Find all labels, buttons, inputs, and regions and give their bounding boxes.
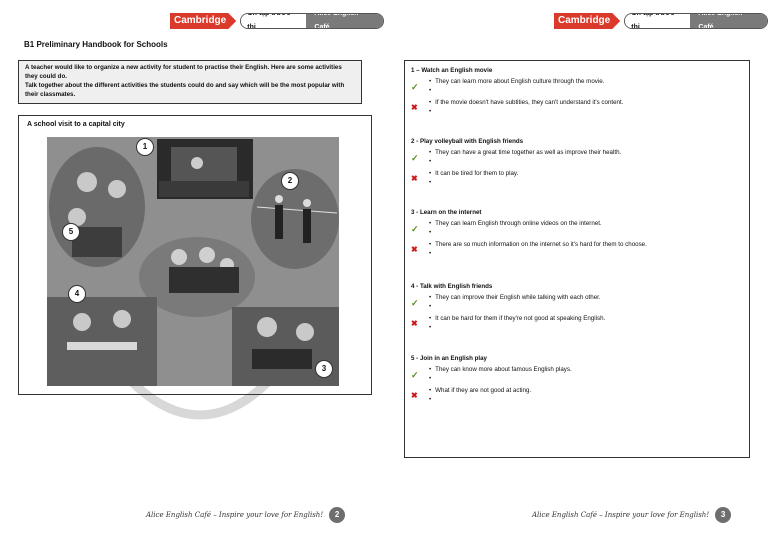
topic-title: 5 - Join in an English play: [411, 355, 487, 362]
topic-5: 5 - Join in an English play ✓ They can k…: [411, 355, 741, 407]
header-badge: Cambridge Ôn tập trước thi Alice English…: [170, 13, 384, 29]
cross-icon: ✖: [411, 245, 418, 254]
visit-title: A school visit to a capital city: [27, 121, 125, 128]
topic-title: 3 - Learn on the internet: [411, 209, 482, 216]
cambridge-logo: Cambridge: [170, 13, 237, 29]
page-number: 2: [329, 507, 346, 523]
con-row: ✖ What if they are not good at acting.: [411, 386, 741, 404]
cafe-scene: [47, 297, 157, 386]
ideas-box: 1 – Watch an English movie ✓ They can le…: [404, 60, 750, 458]
pro-bullets: They can learn English through online vi…: [429, 219, 602, 237]
footer-left: Alice English Café – Inspire your love f…: [146, 507, 346, 523]
con-point: What if they are not good at acting.: [429, 386, 531, 395]
topic-4: 4 - Talk with English friends ✓ They can…: [411, 283, 741, 335]
topic-title: 4 - Talk with English friends: [411, 283, 493, 290]
pro-row: ✓ They can learn English through online …: [411, 219, 741, 237]
pro-point: They can learn more about English cultur…: [429, 77, 604, 86]
header-badge: Cambridge Ôn tập trước thi Alice English…: [554, 13, 768, 29]
con-point-empty: [429, 323, 605, 332]
pro-point: They can improve their English while tal…: [429, 293, 600, 302]
pro-point: They can learn English through online vi…: [429, 219, 601, 228]
topic-title: 1 – Watch an English movie: [411, 67, 493, 74]
group-friends-scene: [49, 147, 145, 267]
con-point: It can be hard for them if they're not g…: [429, 314, 605, 323]
cross-icon: ✖: [411, 391, 418, 400]
con-point: There are so much information on the int…: [429, 240, 647, 249]
footer-slogan: Alice English Café – Inspire your love f…: [146, 511, 324, 519]
cinema-scene: [157, 139, 253, 199]
marker-5: 5: [62, 223, 80, 241]
con-bullets: If the movie doesn't have subtities, the…: [429, 98, 623, 116]
check-icon: ✓: [411, 224, 419, 234]
pro-point-empty: [429, 302, 601, 311]
pro-point: They can have a great time together as w…: [429, 148, 621, 157]
left-page: Cambridge Ôn tập trước thi Alice English…: [0, 0, 384, 541]
con-bullets: What if they are not good at acting.: [429, 386, 531, 404]
cambridge-logo: Cambridge: [554, 13, 621, 29]
pro-row: ✓ They can have a great time together as…: [411, 148, 741, 166]
check-icon: ✓: [411, 298, 419, 308]
pro-point-empty: [429, 86, 604, 95]
topic-2: 2 - Play volleyball with English friends…: [411, 138, 741, 190]
pro-row: ✓ They can learn more about English cult…: [411, 77, 741, 95]
con-bullets: There are so much information on the int…: [429, 240, 647, 258]
con-point-empty: [429, 107, 623, 116]
marker-3: 3: [315, 360, 333, 378]
con-bullets: It can be tired for them to play.: [429, 169, 518, 187]
visit-box: A school visit to a capital city 1 2 3 4…: [18, 115, 372, 395]
con-point-empty: [429, 395, 531, 404]
marker-4: 4: [68, 285, 86, 303]
cross-icon: ✖: [411, 174, 418, 183]
task-box: A teacher would like to organize a new a…: [18, 60, 362, 104]
topic-title: 2 - Play volleyball with English friends: [411, 138, 524, 145]
topic-1: 1 – Watch an English movie ✓ They can le…: [411, 67, 741, 119]
pro-point-empty: [429, 374, 572, 383]
header-tag-review: Ôn tập trước thi: [625, 14, 691, 28]
con-row: ✖ It can be hard for them if they're not…: [411, 314, 741, 332]
pro-bullets: They can improve their English while tal…: [429, 293, 601, 311]
con-point: It can be tired for them to play.: [429, 169, 518, 178]
header-tag-cafe: Alice English Café: [306, 14, 383, 28]
con-row: ✖ If the movie doesn't have subtities, t…: [411, 98, 741, 116]
header-tag-review: Ôn tập trước thi: [241, 14, 307, 28]
con-bullets: It can be hard for them if they're not g…: [429, 314, 605, 332]
pro-point: They can know more about famous English …: [429, 365, 572, 374]
pro-point-empty: [429, 157, 621, 166]
pro-row: ✓ They can improve their English while t…: [411, 293, 741, 311]
con-row: ✖ There are so much information on the i…: [411, 240, 741, 258]
pro-bullets: They can know more about famous English …: [429, 365, 572, 383]
right-page: Cambridge Ôn tập trước thi Alice English…: [384, 0, 768, 541]
pro-point-empty: [429, 228, 602, 237]
con-point: If the movie doesn't have subtities, the…: [429, 98, 623, 107]
task-instruction-1: A teacher would like to organize a new a…: [25, 64, 342, 80]
marker-1: 1: [136, 138, 154, 156]
check-icon: ✓: [411, 370, 419, 380]
header-pill: Ôn tập trước thi Alice English Café: [624, 13, 768, 29]
marker-2: 2: [281, 172, 299, 190]
page-number: 3: [715, 507, 732, 523]
pro-bullets: They can learn more about English cultur…: [429, 77, 604, 95]
pro-row: ✓ They can know more about famous Englis…: [411, 365, 741, 383]
header-pill: Ôn tập trước thi Alice English Café: [240, 13, 384, 29]
cross-icon: ✖: [411, 319, 418, 328]
con-row: ✖ It can be tired for them to play.: [411, 169, 741, 187]
cross-icon: ✖: [411, 103, 418, 112]
topic-3: 3 - Learn on the internet ✓ They can lea…: [411, 209, 741, 261]
header-tag-cafe: Alice English Café: [690, 14, 767, 28]
footer-right: Alice English Café – Inspire your love f…: [532, 507, 732, 523]
footer-slogan: Alice English Café – Inspire your love f…: [532, 511, 710, 519]
task-instruction-2: Talk together about the different activi…: [25, 81, 345, 98]
con-point-empty: [429, 249, 647, 258]
con-point-empty: [429, 178, 518, 187]
check-icon: ✓: [411, 82, 419, 92]
handbook-title: B1 Preliminary Handbook for Schools: [24, 40, 168, 49]
check-icon: ✓: [411, 153, 419, 163]
pro-bullets: They can have a great time together as w…: [429, 148, 621, 166]
